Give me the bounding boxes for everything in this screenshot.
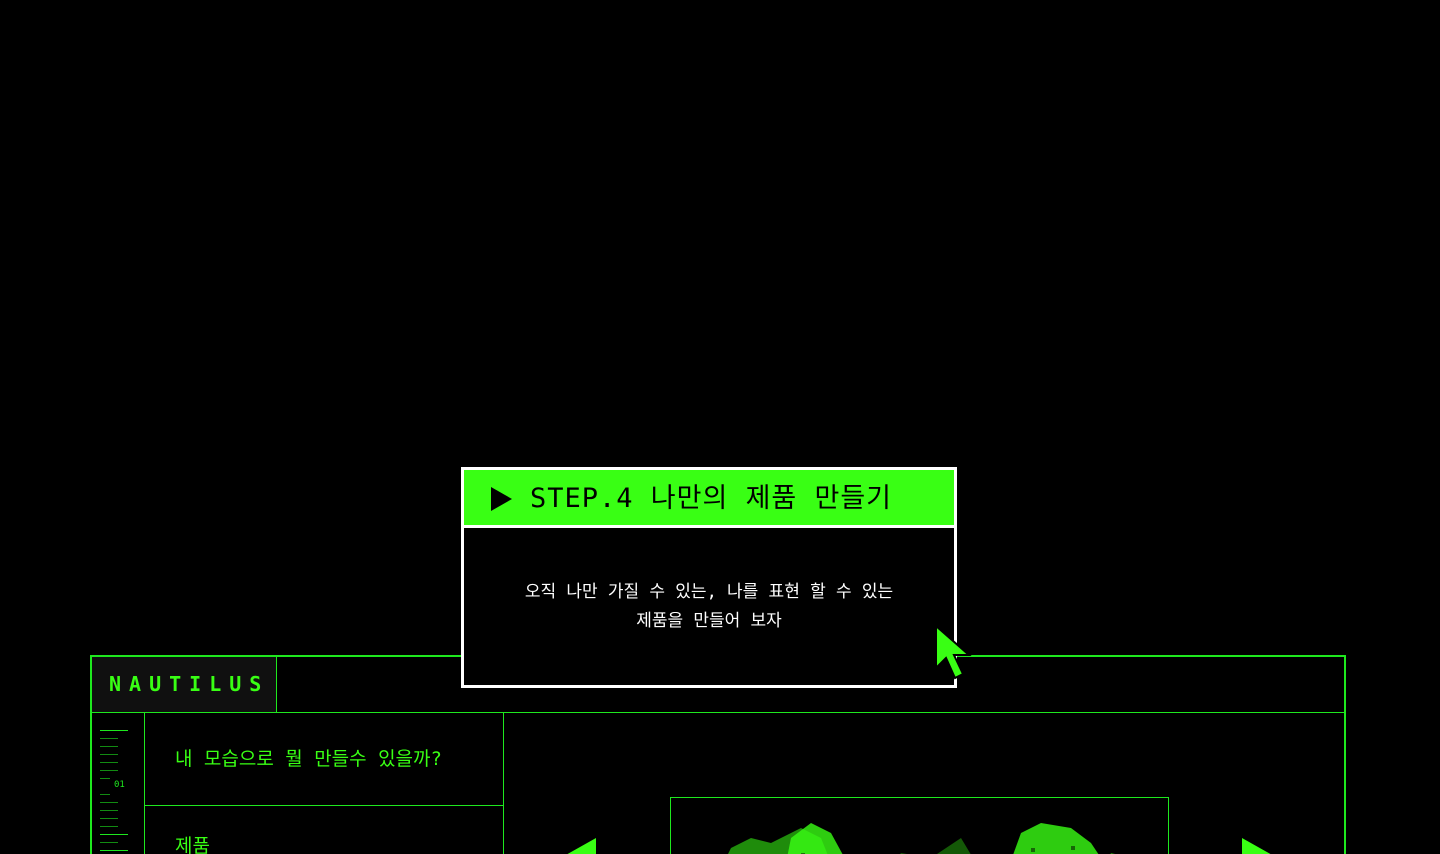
ruler-tick	[100, 730, 128, 731]
ruler-step-number: 01	[114, 780, 125, 790]
ruler-tick	[100, 810, 118, 811]
arrow-right-icon[interactable]	[1242, 838, 1274, 854]
dialog-title: STEP.4 나만의 제품 만들기	[530, 483, 893, 514]
ruler-tick	[100, 762, 118, 763]
product-preview-area	[504, 713, 1344, 854]
product-preview-image	[670, 797, 1169, 854]
ruler-tick	[100, 842, 118, 843]
dialog-message-line: 제품을 만들어 보자	[636, 611, 782, 631]
play-icon	[491, 487, 512, 511]
step-ruler: 01	[92, 713, 145, 854]
pixel-art-image	[728, 823, 1115, 854]
dialog-header: STEP.4 나만의 제품 만들기	[464, 470, 954, 528]
dialog-message: 오직 나만 가질 수 있는, 나를 표현 할 수 있는 제품을 만들어 보자	[464, 578, 954, 636]
ruler-tick	[100, 770, 118, 771]
arrow-left-icon[interactable]	[564, 838, 596, 854]
step-dialog: STEP.4 나만의 제품 만들기 오직 나만 가질 수 있는, 나를 표현 할…	[461, 467, 957, 688]
ruler-tick	[100, 826, 118, 827]
question-list: 내 모습으로 뭘 만들수 있을까? 제품	[145, 713, 504, 854]
brand-logo: NAUTILUS	[92, 657, 277, 712]
dialog-message-line: 오직 나만 가질 수 있는, 나를 표현 할 수 있는	[524, 582, 894, 602]
ruler-tick	[100, 834, 128, 835]
ruler-tick	[100, 778, 110, 779]
pixel-arrow-cursor-icon	[935, 624, 972, 680]
ruler-tick	[100, 850, 128, 851]
ruler-tick	[100, 746, 118, 747]
ruler-tick	[100, 802, 118, 803]
dialog-body: 오직 나만 가질 수 있는, 나를 표현 할 수 있는 제품을 만들어 보자	[464, 528, 954, 685]
question-item[interactable]: 내 모습으로 뭘 만들수 있을까?	[145, 713, 503, 806]
ruler-tick	[100, 738, 118, 739]
screen: NAUTILUS 01 내 모습으로 뭘 만들수 있을까? 제품 STEP.4 …	[0, 0, 1440, 854]
ruler-tick	[100, 818, 118, 819]
ruler-tick	[100, 794, 110, 795]
ruler-tick	[100, 754, 118, 755]
question-item[interactable]: 제품	[145, 807, 503, 854]
